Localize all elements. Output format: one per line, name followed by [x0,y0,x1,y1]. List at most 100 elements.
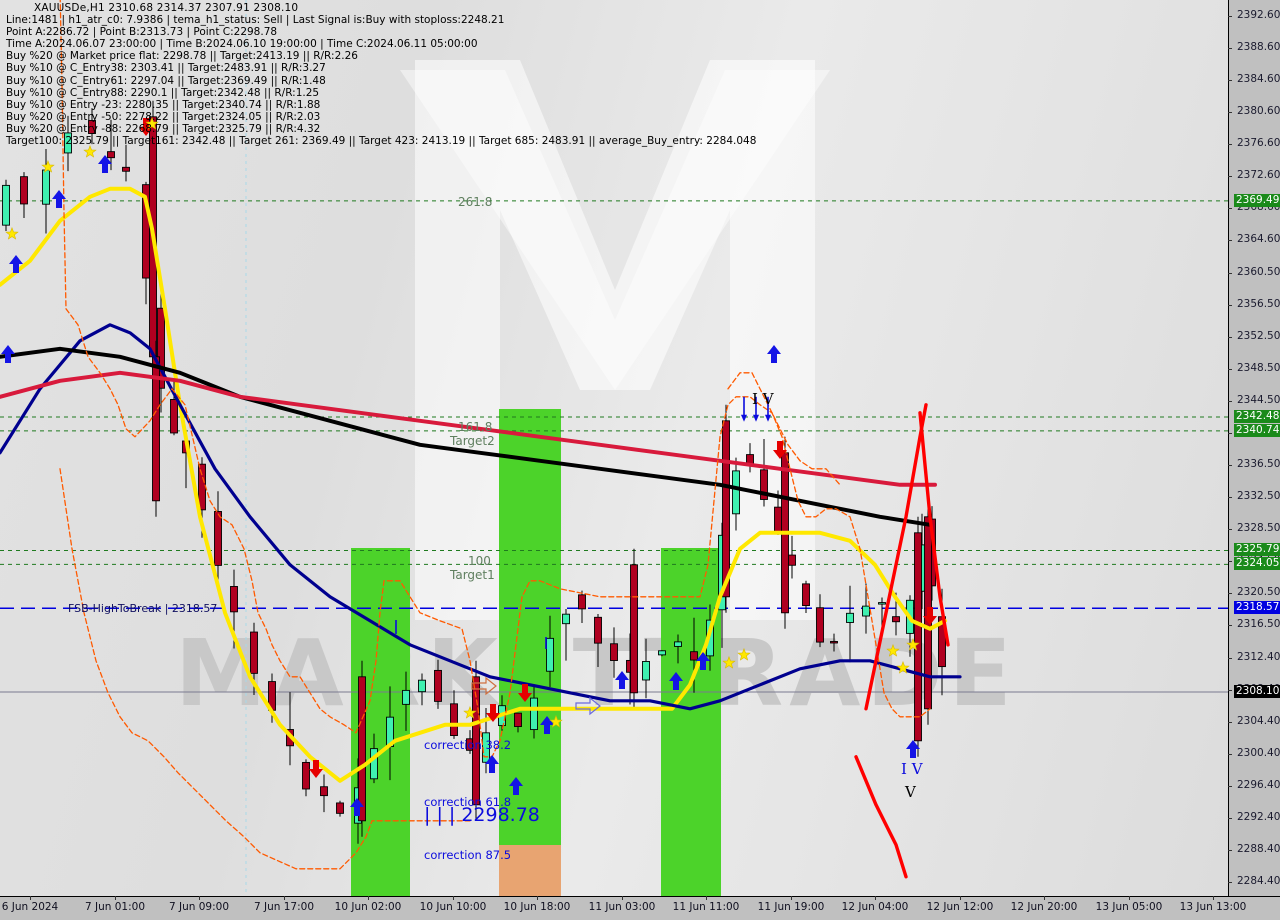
wave-tick-arrow [741,414,747,422]
candle-body [514,712,522,727]
candle-body [658,650,666,656]
time-tick-label: 6 Jun 2024 [1,901,59,913]
buy-signal-arrow [615,671,629,689]
price-tick-label: 2392.60 [1237,9,1280,21]
candle-body [914,532,922,742]
time-tick [368,896,369,900]
price-tick-label: 2372.60 [1237,169,1280,181]
price-tick [1228,369,1232,370]
time-tick [30,896,31,900]
wave-label-iv-bottom: I V [901,760,923,778]
price-tick-label: 2384.60 [1237,73,1280,85]
price-tick-label: 2312.40 [1237,651,1280,663]
price-tick-label: 2380.60 [1237,105,1280,117]
time-tick [875,896,876,900]
candle-body [450,703,458,736]
time-tick [115,896,116,900]
time-tick-label: 11 Jun 03:00 [588,901,656,913]
price-tick [1228,240,1232,241]
candle-body [418,679,426,693]
candle-body [830,641,838,644]
time-tick-label: 12 Jun 04:00 [841,901,909,913]
candle-body [214,511,222,566]
time-tick-label: 7 Jun 09:00 [168,901,230,913]
candle-body [774,506,782,534]
price-tick [1228,593,1232,594]
time-tick [706,896,707,900]
candle-body [170,399,178,434]
price-tick-label: 2332.50 [1237,490,1280,502]
candle-body [250,631,258,674]
candle-body [732,470,740,515]
candle-body [546,637,554,672]
candle-body [530,697,538,731]
price-badge-green: 2342.48 [1234,410,1280,423]
wave-label-v-bottom: V [905,783,916,801]
candle-body [320,786,328,797]
candle-body [88,120,96,134]
price-tick [1228,625,1232,626]
fib-label-261: 261.8 [458,195,493,209]
candle-body [2,184,10,226]
fib-sublabel-target1: Target1 [450,568,495,582]
price-tick-label: 2288.40 [1237,843,1280,855]
price-tick [1228,48,1232,49]
price-badge-green: 2340.74 [1234,424,1280,437]
wave-label-iv-top: I V [752,390,774,408]
buy-signal-arrow [767,345,781,363]
fractal-star [737,647,751,661]
price-tick [1228,722,1232,723]
time-tick [199,896,200,900]
price-tick [1228,273,1232,274]
price-tick [1228,754,1232,755]
time-tick-label: 13 Jun 13:00 [1179,901,1247,913]
price-tick-label: 2316.50 [1237,618,1280,630]
buy-signal-arrow [1,345,15,363]
fractal-star [886,643,900,657]
candle-body [892,616,900,623]
candle-body [846,612,854,623]
price-tick [1228,465,1232,466]
chart-overlay [0,0,1228,896]
time-tick-label: 10 Jun 10:00 [419,901,487,913]
time-tick-label: 11 Jun 19:00 [757,901,825,913]
time-tick-label: 10 Jun 18:00 [503,901,571,913]
price-tick-label: 2356.50 [1237,298,1280,310]
price-tick [1228,176,1232,177]
time-tick [622,896,623,900]
time-axis[interactable]: 6 Jun 2024 7 Jun 01:00 7 Jun 09:00 7 Jun 17… [0,896,1280,920]
time-tick-label: 7 Jun 17:00 [253,901,315,913]
time-tick-label: 13 Jun 05:00 [1095,901,1163,913]
time-tick-label: 12 Jun 20:00 [1010,901,1078,913]
candle-body [107,151,115,159]
wave-tick-arrow [765,414,771,422]
candle-body [642,661,650,681]
price-tick [1228,497,1232,498]
candle-body [630,564,638,694]
time-tick [284,896,285,900]
fractal-star [722,655,736,669]
price-tick-label: 2344.50 [1237,394,1280,406]
sell-signal-arrow [309,760,323,778]
price-tick [1228,144,1232,145]
price-tick [1228,16,1232,17]
candle-body [562,613,570,625]
price-tick [1228,305,1232,306]
fsb-high-to-break-label: FSB-HighToBreak | 2318.57 [68,602,218,615]
candle-body [64,132,72,154]
candle-body [336,802,344,814]
chart-plot-area[interactable]: MARKETTRADE 261.8 161.8 Target2 100 Targ… [0,0,1228,896]
candle-body [402,689,410,705]
price-tick-label: 2336.50 [1237,458,1280,470]
candle-body [594,616,602,644]
price-tick-label: 2388.60 [1237,41,1280,53]
candle-body [722,420,730,598]
price-tick-label: 2348.50 [1237,362,1280,374]
candle-body [230,586,238,613]
price-axis[interactable]: 2392.60 2388.60 2384.60 2380.60 2376.60 2372.… [1228,0,1280,896]
price-tick [1228,80,1232,81]
time-tick [791,896,792,900]
time-tick-label: 10 Jun 02:00 [334,901,402,913]
candle-body [578,594,586,610]
price-tick-label: 2300.40 [1237,747,1280,759]
